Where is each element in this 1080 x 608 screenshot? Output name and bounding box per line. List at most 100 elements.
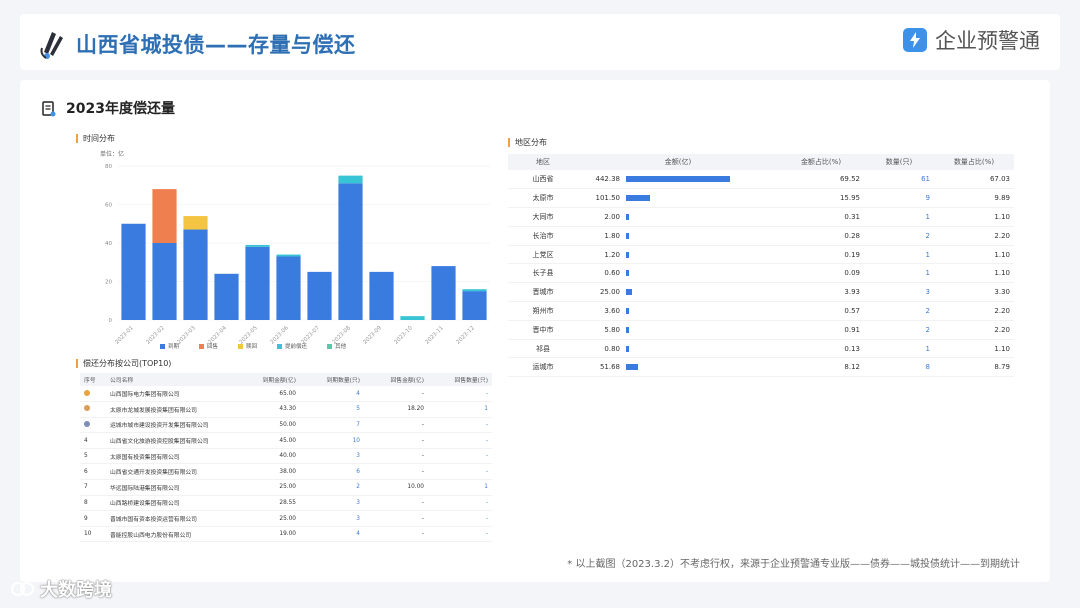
count-value[interactable]: 9	[864, 188, 934, 209]
bar-segment	[214, 273, 239, 320]
legend-item[interactable]: 到期	[160, 342, 179, 350]
put-count[interactable]: 1	[428, 479, 492, 496]
amount-share: 0.13	[778, 339, 864, 359]
bar-segment	[462, 291, 487, 320]
count-value[interactable]: 1	[864, 339, 934, 359]
legend-item[interactable]: 提前偿还	[277, 342, 307, 350]
amount-cell: 0.80	[578, 339, 778, 359]
put-count[interactable]: -	[428, 495, 492, 512]
x-tick-label: 2023-01	[114, 325, 134, 345]
table-row: 10 晋能控股山西电力股份有限公司 19.00 4- -	[80, 526, 492, 543]
region-name: 山西省	[508, 170, 578, 190]
due-count[interactable]: 10	[300, 432, 364, 449]
watermark-text: 大数跨境	[40, 580, 112, 601]
legend-item[interactable]: 赎回	[238, 342, 257, 350]
rank-cell: 5	[80, 448, 106, 465]
amount-bar	[626, 326, 629, 333]
due-count[interactable]: 2	[300, 479, 364, 496]
col-put-count: 回售数量(只)	[428, 373, 492, 386]
put-count[interactable]: -	[428, 432, 492, 449]
put-count[interactable]: -	[428, 448, 492, 465]
region-name: 大同市	[508, 207, 578, 227]
count-value[interactable]: 1	[864, 245, 934, 265]
amount-bar	[626, 232, 629, 239]
col-amount-share: 金额占比(%)	[778, 154, 864, 170]
put-count[interactable]: -	[428, 417, 492, 434]
due-amount: 40.00	[236, 448, 300, 465]
table-row: 太原市龙城发展投资集团有限公司 43.30 5 18.20 1	[80, 401, 492, 418]
legend-label: 其他	[335, 344, 347, 350]
col-put-amount: 回售金额(亿)	[364, 373, 428, 386]
count-value[interactable]: 1	[864, 207, 934, 227]
amount-cell: 442.38	[578, 170, 778, 190]
amount-cell: 1.20	[578, 245, 778, 265]
unit-label: 单位：亿	[100, 150, 124, 158]
document-icon	[42, 101, 56, 117]
amount-cell: 101.50	[578, 188, 778, 209]
count-share: 1.10	[934, 245, 1014, 265]
count-value[interactable]: 2	[864, 301, 934, 321]
amount-value: 0.60	[604, 269, 620, 278]
count-value[interactable]: 2	[864, 320, 934, 340]
put-amount: -	[364, 386, 428, 403]
count-share: 2.20	[934, 301, 1014, 321]
put-count[interactable]: -	[428, 510, 492, 527]
put-amount: -	[364, 463, 428, 481]
chart-legend: 到期 回售 赎回 提前偿还 其他	[160, 342, 346, 350]
bar-segment	[183, 216, 208, 230]
medal-icon	[84, 389, 90, 396]
medal-icon	[84, 420, 90, 427]
x-tick-label: 2023-09	[362, 325, 383, 346]
put-count[interactable]: -	[428, 386, 492, 403]
count-value[interactable]: 2	[864, 226, 934, 246]
count-value[interactable]: 1	[864, 263, 934, 284]
amount-cell: 0.60	[578, 263, 778, 284]
table-row: 运城市 51.68 8.12 8 8.79	[508, 357, 1014, 378]
table-row: 朔州市 3.60 0.57 2 2.20	[508, 301, 1014, 321]
bar-segment	[462, 289, 487, 292]
count-share: 8.79	[934, 357, 1014, 378]
due-amount: 25.00	[236, 479, 300, 496]
due-count[interactable]: 4	[300, 386, 364, 403]
region-name: 朔州市	[508, 301, 578, 321]
count-share: 3.30	[934, 282, 1014, 303]
legend-item[interactable]: 其他	[327, 342, 346, 350]
legend-item[interactable]: 回售	[199, 342, 218, 350]
put-amount: -	[364, 448, 428, 465]
put-amount: -	[364, 526, 428, 543]
amount-share: 0.31	[778, 207, 864, 227]
footnote: * 以上截图（2023.3.2）不考虑行权，来源于企业预警通专业版——债券——城…	[567, 559, 1020, 570]
due-count[interactable]: 3	[300, 495, 364, 512]
put-count[interactable]: -	[428, 463, 492, 481]
due-count[interactable]: 7	[300, 417, 364, 434]
count-share: 2.20	[934, 226, 1014, 246]
count-value[interactable]: 3	[864, 282, 934, 303]
amount-cell: 2.00	[578, 207, 778, 227]
region-distribution-table: 地区 金额(亿) 金额占比(%) 数量(只) 数量占比(%) 山西省 442.38…	[508, 154, 1014, 378]
due-count[interactable]: 6	[300, 463, 364, 481]
amount-share: 0.09	[778, 263, 864, 284]
amount-share: 0.28	[778, 226, 864, 246]
due-count[interactable]: 3	[300, 448, 364, 465]
table-header-row: 序号 公司名称 到期金额(亿) 到期数量(只) 回售金额(亿) 回售数量(只)	[80, 373, 492, 386]
due-count[interactable]: 3	[300, 510, 364, 527]
count-value[interactable]: 61	[864, 170, 934, 190]
company-name: 山西省交通开发投资集团有限公司	[106, 463, 236, 481]
put-count[interactable]: -	[428, 526, 492, 543]
due-count[interactable]: 4	[300, 526, 364, 543]
put-amount: -	[364, 510, 428, 527]
bar-segment	[431, 266, 456, 320]
count-share: 1.10	[934, 207, 1014, 227]
legend-label: 回售	[207, 344, 219, 350]
table-row: 山西省 442.38 69.52 61 67.03	[508, 170, 1014, 190]
amount-value: 1.80	[604, 231, 620, 240]
due-count[interactable]: 5	[300, 401, 364, 418]
region-name: 祁县	[508, 339, 578, 359]
bar-segment	[183, 229, 208, 320]
amount-share: 3.93	[778, 282, 864, 303]
amount-share: 15.95	[778, 188, 864, 209]
legend-swatch	[277, 343, 283, 349]
put-count[interactable]: 1	[428, 401, 492, 418]
count-value[interactable]: 8	[864, 357, 934, 378]
x-tick-label: 2023-10	[393, 325, 414, 346]
